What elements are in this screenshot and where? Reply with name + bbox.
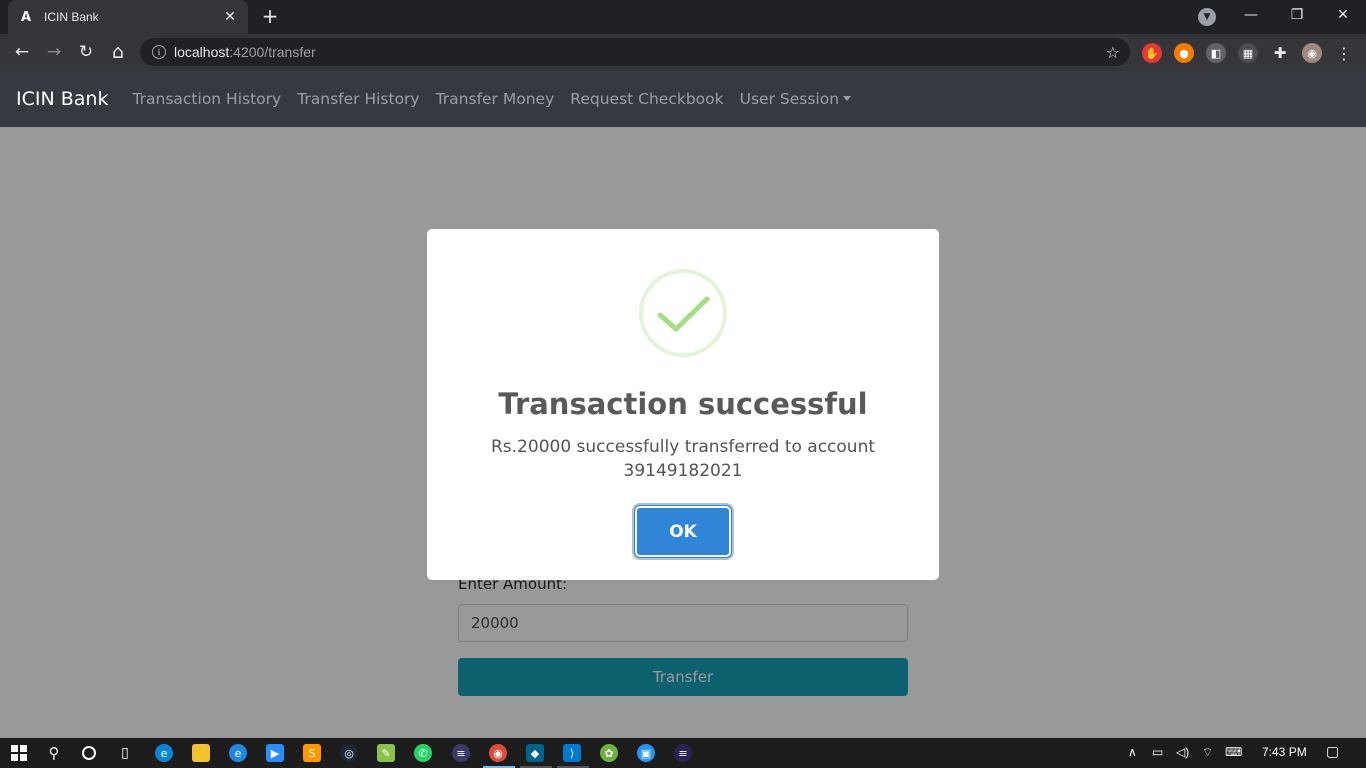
battery-icon[interactable]: ▭ bbox=[1152, 745, 1163, 759]
new-tab-button[interactable]: + bbox=[258, 6, 282, 28]
whatsapp-icon[interactable]: ✆ bbox=[414, 744, 432, 762]
profile-avatar[interactable]: ◉ bbox=[1302, 43, 1322, 63]
nav-request-checkbook[interactable]: Request Checkbook bbox=[562, 90, 731, 108]
navbar-brand[interactable]: ICIN Bank bbox=[16, 88, 108, 110]
dialog-title: Transaction successful bbox=[498, 387, 868, 421]
notepad-icon[interactable]: ✎ bbox=[377, 744, 395, 762]
spring-tool-suite-icon[interactable]: ✿ bbox=[600, 744, 618, 762]
wifi-icon[interactable]: ⌔ bbox=[1202, 745, 1213, 760]
zoom-icon[interactable]: ▶ bbox=[266, 744, 284, 762]
top-navbar: ICIN Bank Transaction History Transfer H… bbox=[0, 71, 1366, 127]
home-button[interactable]: ⌂ bbox=[104, 38, 132, 66]
browser-tab-strip: A ICIN Bank ✕ + ▼ — ❐ ✕ bbox=[0, 0, 1366, 34]
success-check-icon bbox=[639, 269, 727, 357]
browser-tab[interactable]: A ICIN Bank ✕ bbox=[8, 0, 248, 34]
extension-icon[interactable]: ● bbox=[1174, 43, 1194, 63]
volume-icon[interactable]: ◁) bbox=[1176, 745, 1189, 759]
caret-down-icon bbox=[843, 96, 852, 101]
extension-icon[interactable]: ◧ bbox=[1206, 43, 1226, 63]
minimize-button[interactable]: — bbox=[1228, 0, 1274, 30]
extension-icon[interactable]: ▦ bbox=[1238, 43, 1258, 63]
action-center-icon[interactable]: ▢ bbox=[1326, 743, 1339, 760]
tab-title: ICIN Bank bbox=[44, 10, 99, 24]
tab-close-icon[interactable]: ✕ bbox=[222, 9, 238, 25]
angular-favicon-icon: A bbox=[20, 9, 32, 25]
eclipse-ide-icon[interactable]: ≡ bbox=[674, 744, 692, 762]
edge-browser-icon[interactable]: e bbox=[155, 744, 173, 762]
back-button[interactable]: ← bbox=[8, 38, 36, 66]
browser-menu-icon[interactable]: ⋮ bbox=[1334, 43, 1354, 63]
clock[interactable]: 7:43 PM bbox=[1262, 745, 1307, 759]
reload-button[interactable]: ↻ bbox=[72, 38, 100, 66]
windows-start-icon[interactable] bbox=[10, 744, 28, 762]
tab-search-icon[interactable]: ▼ bbox=[1198, 8, 1216, 26]
docker-icon[interactable]: ▣ bbox=[637, 744, 655, 762]
eclipse-icon[interactable]: ≡ bbox=[452, 744, 470, 762]
adblock-extension-icon[interactable]: ✋ bbox=[1142, 43, 1162, 63]
file-explorer-icon[interactable] bbox=[192, 744, 210, 762]
mysql-workbench-icon[interactable]: ◆ bbox=[526, 744, 544, 762]
dialog-message: Rs.20000 successfully transferred to acc… bbox=[490, 437, 876, 481]
internet-explorer-icon[interactable]: e bbox=[229, 744, 247, 762]
task-view-icon[interactable]: ▯ bbox=[116, 744, 134, 762]
chrome-icon[interactable]: ◉ bbox=[489, 744, 507, 762]
address-bar[interactable]: i localhost:4200/transfer ☆ bbox=[140, 38, 1130, 66]
nav-transfer-money[interactable]: Transfer Money bbox=[428, 90, 563, 108]
url-text: localhost:4200/transfer bbox=[174, 44, 316, 60]
bookmark-star-icon[interactable]: ☆ bbox=[1106, 43, 1120, 62]
sublime-text-icon[interactable]: S bbox=[303, 744, 321, 762]
restore-button[interactable]: ❐ bbox=[1274, 0, 1320, 30]
forward-button[interactable]: → bbox=[40, 38, 68, 66]
extensions-puzzle-icon[interactable]: ✚ bbox=[1270, 43, 1290, 63]
close-window-button[interactable]: ✕ bbox=[1320, 0, 1366, 30]
steam-icon[interactable]: ◎ bbox=[340, 744, 358, 762]
ok-button[interactable]: OK bbox=[634, 505, 732, 558]
nav-transaction-history[interactable]: Transaction History bbox=[124, 90, 289, 108]
keyboard-icon[interactable]: ⌨ bbox=[1225, 745, 1242, 759]
nav-transfer-history[interactable]: Transfer History bbox=[289, 90, 427, 108]
vscode-icon[interactable]: ⟩ bbox=[563, 744, 581, 762]
web-page: ICIN Bank Transaction History Transfer H… bbox=[0, 71, 1366, 738]
tray-chevron-up-icon[interactable]: ∧ bbox=[1128, 745, 1137, 759]
nav-user-session-dropdown[interactable]: User Session bbox=[732, 90, 859, 108]
cortana-icon[interactable] bbox=[80, 744, 98, 762]
success-dialog: Transaction successful Rs.20000 successf… bbox=[427, 229, 939, 580]
search-icon[interactable]: ⚲ bbox=[45, 744, 63, 762]
site-info-icon[interactable]: i bbox=[152, 45, 166, 59]
